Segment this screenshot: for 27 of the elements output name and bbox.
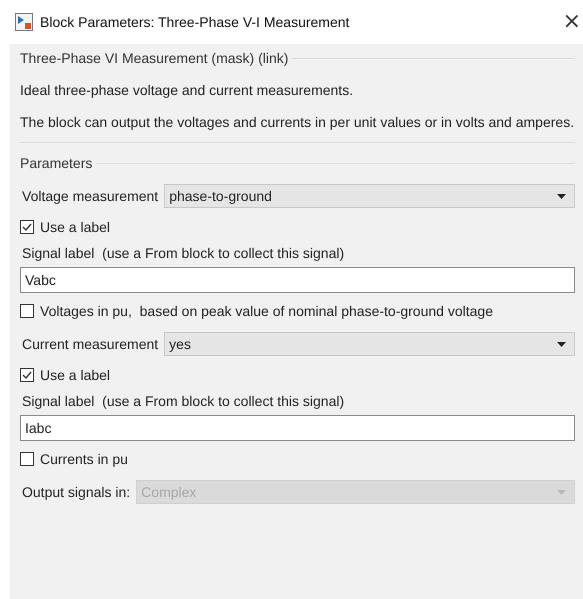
checkbox[interactable] xyxy=(20,368,34,382)
field-label: Voltage measurement xyxy=(21,188,158,204)
checkbox[interactable] xyxy=(20,452,34,466)
checkbox-label: Currents in pu xyxy=(40,451,128,467)
field-label: Output signals in: xyxy=(21,484,130,500)
checkbox[interactable] xyxy=(20,220,34,234)
window-title: Block Parameters: Three-Phase V-I Measurement xyxy=(40,14,350,30)
field-label: Current measurement xyxy=(21,336,158,352)
mask-title: Three-Phase VI Measurement (mask) (link) xyxy=(20,50,288,66)
input-field[interactable]: Iabc xyxy=(20,415,575,441)
description-text: The block can output the voltages and currents in per unit values or in volts and amperes. xyxy=(20,113,575,132)
block-icon xyxy=(15,13,33,31)
input-field[interactable]: Vabc xyxy=(20,267,575,293)
checkbox-label: Use a label xyxy=(40,367,110,383)
checkbox[interactable] xyxy=(20,304,34,318)
group-title: Parameters xyxy=(20,155,92,171)
field-label: Signal label (use a From block to collect this signal) xyxy=(21,245,346,261)
dropdown[interactable]: phase-to-ground xyxy=(164,184,575,208)
close-button[interactable]: × xyxy=(554,11,583,33)
caret-icon xyxy=(557,490,566,494)
checkbox-label: Use a label xyxy=(40,219,110,235)
caret-icon xyxy=(557,342,566,346)
field-label: Signal label (use a From block to collect this signal) xyxy=(21,393,346,409)
checkbox-label: Voltages in pu, based on peak value of nominal phase-to-ground voltage xyxy=(40,303,493,319)
description-text: Ideal three-phase voltage and current measurements. xyxy=(20,81,354,100)
dropdown[interactable]: yes xyxy=(164,332,575,356)
caret-icon xyxy=(557,194,566,198)
